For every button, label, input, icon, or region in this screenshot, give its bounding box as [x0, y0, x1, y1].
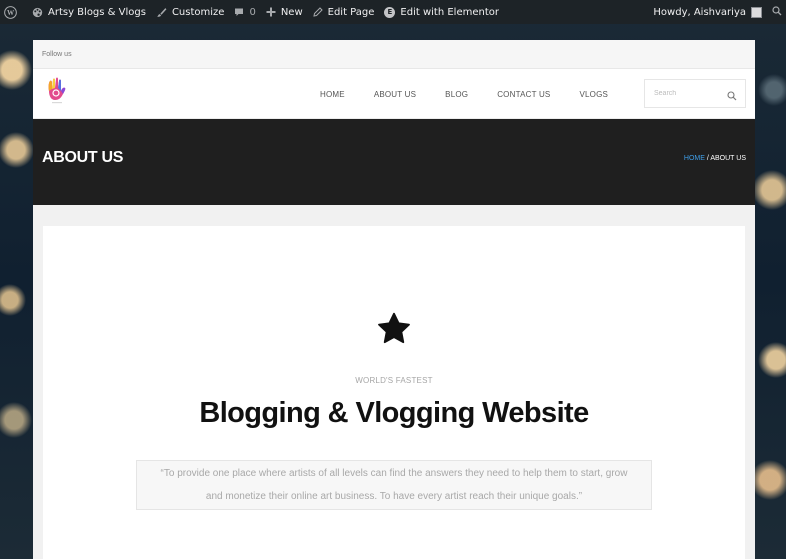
- customize-link[interactable]: Customize: [151, 0, 230, 24]
- howdy-label: Howdy, Aishvariya: [653, 6, 746, 18]
- pencil-icon: [313, 7, 323, 17]
- my-account-menu[interactable]: Howdy, Aishvariya: [648, 0, 767, 24]
- search-input[interactable]: [654, 90, 724, 97]
- header-search: [644, 79, 746, 108]
- plus-icon: [266, 7, 276, 17]
- page-title-bar: ABOUT US HOME / ABOUT US: [33, 119, 755, 205]
- breadcrumb: HOME / ABOUT US: [684, 155, 746, 162]
- comments-link[interactable]: 0: [229, 0, 260, 24]
- top-bar: Follow us: [33, 40, 755, 69]
- wp-admin-bar: W Artsy Blogs & Vlogs Customize 0 New Ed…: [0, 0, 786, 24]
- section-headline: Blogging & Vlogging Website: [199, 397, 589, 429]
- site-header: HOME ABOUT US BLOG CONTACT US VLOGS: [33, 69, 755, 119]
- section-kicker: WORLD'S FASTEST: [355, 376, 433, 385]
- comments-count: 0: [249, 6, 256, 18]
- nav-item-vlogs[interactable]: VLOGS: [579, 90, 608, 99]
- edit-page-label: Edit Page: [327, 6, 375, 18]
- avatar: [751, 6, 762, 18]
- new-label: New: [280, 6, 303, 18]
- edit-page-link[interactable]: Edit Page: [308, 0, 380, 24]
- site-logo[interactable]: [45, 77, 69, 107]
- site-name-label: Artsy Blogs & Vlogs: [48, 6, 146, 18]
- comment-bubble-icon: [234, 7, 244, 17]
- nav-item-blog[interactable]: BLOG: [445, 90, 468, 99]
- nav-item-contact-us[interactable]: CONTACT US: [497, 90, 550, 99]
- wordpress-logo-icon: W: [4, 5, 17, 19]
- admin-search-button[interactable]: [767, 0, 786, 24]
- search-icon: [772, 5, 782, 19]
- follow-us-label: Follow us: [42, 50, 72, 58]
- edit-elementor-label: Edit with Elementor: [400, 6, 499, 18]
- nav-item-about-us[interactable]: ABOUT US: [374, 90, 416, 99]
- breadcrumb-home-link[interactable]: HOME: [684, 155, 705, 162]
- new-content-menu[interactable]: New: [261, 0, 308, 24]
- page-title: ABOUT US: [42, 149, 124, 166]
- svg-text:W: W: [7, 9, 15, 17]
- star-icon: [376, 311, 412, 347]
- site-name-menu[interactable]: Artsy Blogs & Vlogs: [27, 0, 151, 24]
- content-card: WORLD'S FASTEST Blogging & Vlogging Webs…: [43, 226, 745, 559]
- nav-item-home[interactable]: HOME: [320, 90, 345, 99]
- mission-quote: “To provide one place where artists of a…: [136, 460, 652, 510]
- brush-icon: [156, 7, 167, 18]
- palette-icon: [32, 7, 43, 18]
- elementor-icon: E: [384, 6, 396, 18]
- customize-label: Customize: [171, 6, 225, 18]
- wordpress-menu[interactable]: W: [0, 0, 27, 24]
- edit-elementor-link[interactable]: E Edit with Elementor: [379, 0, 504, 24]
- main-navigation: HOME ABOUT US BLOG CONTACT US VLOGS: [320, 69, 637, 119]
- search-icon[interactable]: [727, 88, 737, 106]
- breadcrumb-current: ABOUT US: [710, 155, 746, 162]
- site-container: Follow us HOME ABOUT US BLOG CONTACT US …: [33, 40, 755, 559]
